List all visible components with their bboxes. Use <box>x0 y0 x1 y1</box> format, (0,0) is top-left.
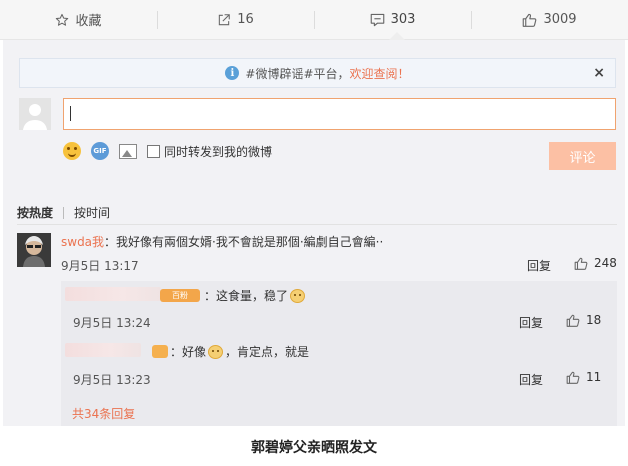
comment-username[interactable]: swda我 <box>61 235 104 249</box>
reply-like-button[interactable]: 11 <box>566 370 601 384</box>
repost-button[interactable]: 16 <box>157 0 314 39</box>
info-icon: i <box>225 66 240 80</box>
picture-icon[interactable] <box>119 143 137 159</box>
like-count: 18 <box>586 313 602 327</box>
user-photo-icon <box>17 233 51 267</box>
tab-time[interactable]: 按时间 <box>74 204 110 221</box>
thumbs-up-icon <box>574 257 588 270</box>
thumbs-up-icon <box>522 13 537 27</box>
fan-badge-icon <box>152 345 168 358</box>
like-count: 248 <box>594 256 617 270</box>
cat-emoji-icon <box>208 344 224 359</box>
like-count: 11 <box>586 370 602 384</box>
reply-time: 9月5日 13:23 <box>73 373 151 387</box>
cat-emoji-icon <box>290 288 306 303</box>
comment-body: ：我好像有兩個女婿·我不會說是那個·編劇自己會編·· <box>104 235 384 249</box>
composer-toolbar: GIF 同时转发到我的微博 <box>63 141 272 161</box>
favorite-label: 收藏 <box>75 14 102 29</box>
emoji-icon[interactable] <box>63 142 81 160</box>
reply-body-tail: ，肯定点，就是 <box>225 345 310 359</box>
close-icon[interactable]: × <box>593 65 605 81</box>
like-button[interactable]: 3009 <box>471 0 628 39</box>
reply-button[interactable]: 回复 <box>519 371 543 388</box>
rumor-notice-bar: i #微博辟谣#平台， 欢迎查阅！ × <box>19 58 616 88</box>
comment-count: 303 <box>390 12 416 27</box>
like-count: 3009 <box>543 12 577 27</box>
reply-body: ：这食量，稳了 <box>204 289 289 303</box>
comment-text: swda我：我好像有兩個女婿·我不會說是那個·編劇自己會編·· <box>61 233 383 250</box>
active-tab-caret <box>389 32 405 40</box>
submit-comment-button[interactable]: 评论 <box>549 142 616 170</box>
thumbs-up-icon <box>566 371 580 384</box>
favorite-button[interactable]: 收藏 <box>0 0 157 39</box>
comment-time: 9月5日 13:17 <box>61 259 139 273</box>
comment-icon <box>370 13 385 27</box>
comment-input[interactable] <box>63 98 616 130</box>
more-replies-link[interactable]: 共34条回复 <box>72 405 135 422</box>
comment-panel: i #微博辟谣#平台， 欢迎查阅！ × GIF 同时转发到我的微博 评论 按热度… <box>3 40 625 426</box>
reply-button[interactable]: 回复 <box>519 314 543 331</box>
blurred-username <box>65 287 161 301</box>
my-avatar <box>19 98 51 130</box>
divider <box>17 224 617 225</box>
reply-text: ：这食量，稳了 <box>204 287 307 304</box>
image-caption: 郭碧婷父亲晒照发文 <box>251 440 377 456</box>
reply-time: 9月5日 13:24 <box>73 316 151 330</box>
reply-like-button[interactable]: 18 <box>566 313 601 327</box>
star-icon <box>55 13 69 27</box>
replies-box: 百粉 ：这食量，稳了 9月5日 13:24 回复 18 ：好像 ，肯定点，就是 9… <box>61 281 617 426</box>
gif-icon[interactable]: GIF <box>91 142 109 160</box>
notice-link[interactable]: 欢迎查阅！ <box>350 65 410 82</box>
avatar[interactable] <box>17 233 51 267</box>
share-icon <box>217 13 231 27</box>
weibo-action-bar: 收藏 16 303 3009 <box>0 0 628 40</box>
tab-separator <box>63 206 65 219</box>
reply-button[interactable]: 回复 <box>527 257 551 274</box>
comment-like-button[interactable]: 248 <box>574 256 617 270</box>
repost-count: 16 <box>237 12 254 27</box>
reply-text: ：好像 ，肯定点，就是 <box>170 343 309 360</box>
blurred-username <box>65 343 141 357</box>
reply-body: ：好像 <box>170 345 207 359</box>
repost-checkbox[interactable] <box>147 144 160 158</box>
repost-checkbox-label[interactable]: 同时转发到我的微博 <box>164 143 272 160</box>
tab-hot[interactable]: 按热度 <box>17 204 53 221</box>
text-caret <box>70 106 71 121</box>
default-avatar-icon <box>19 98 51 130</box>
fan-badge: 百粉 <box>160 289 200 302</box>
sort-tabs: 按热度 按时间 <box>17 204 110 221</box>
thumbs-up-icon <box>566 314 580 327</box>
notice-text: #微博辟谣#平台， <box>245 66 350 81</box>
